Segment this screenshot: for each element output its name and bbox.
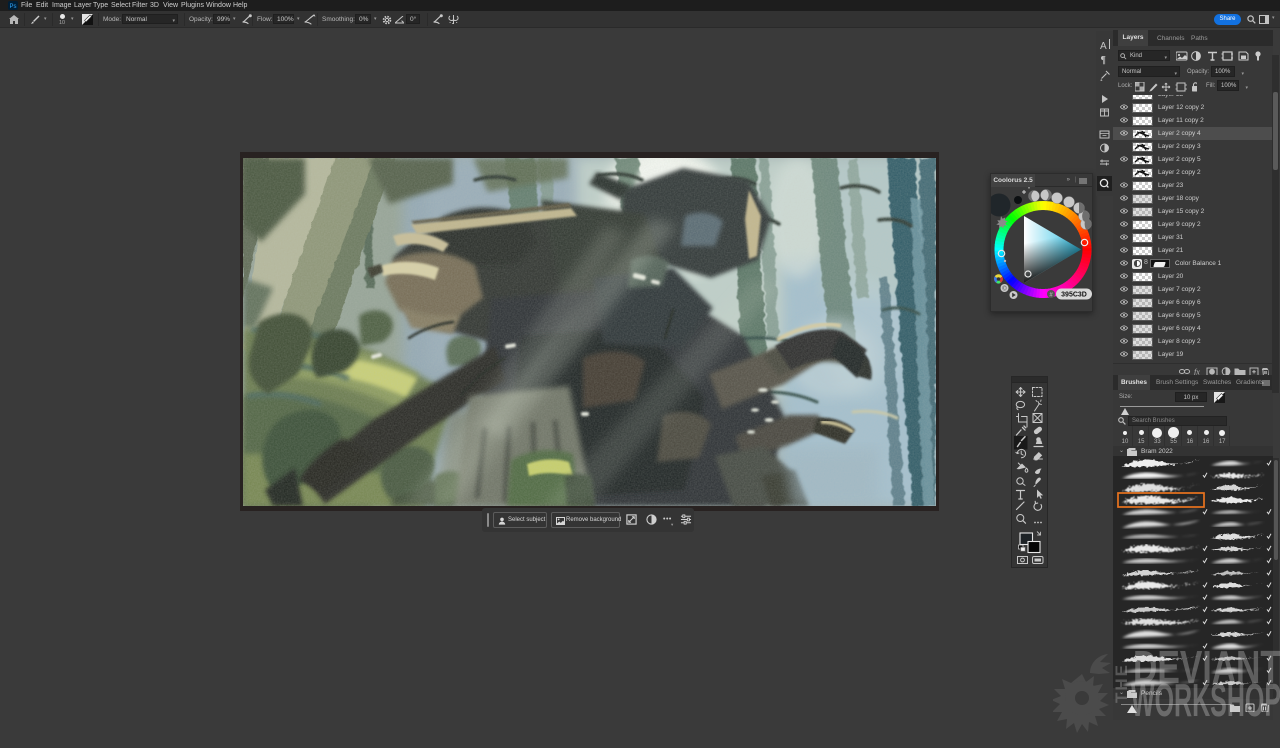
- svg-text:WORKSHOP: WORKSHOP: [1131, 674, 1280, 726]
- svg-text:Ps: Ps: [9, 4, 16, 10]
- svg-text:©: ©: [1002, 286, 1007, 293]
- svg-text:THE: THE: [1112, 663, 1131, 703]
- svg-text:A: A: [1100, 41, 1107, 52]
- svg-text:395C3D: 395C3D: [1061, 292, 1087, 299]
- svg-text:¶: ¶: [1101, 55, 1106, 66]
